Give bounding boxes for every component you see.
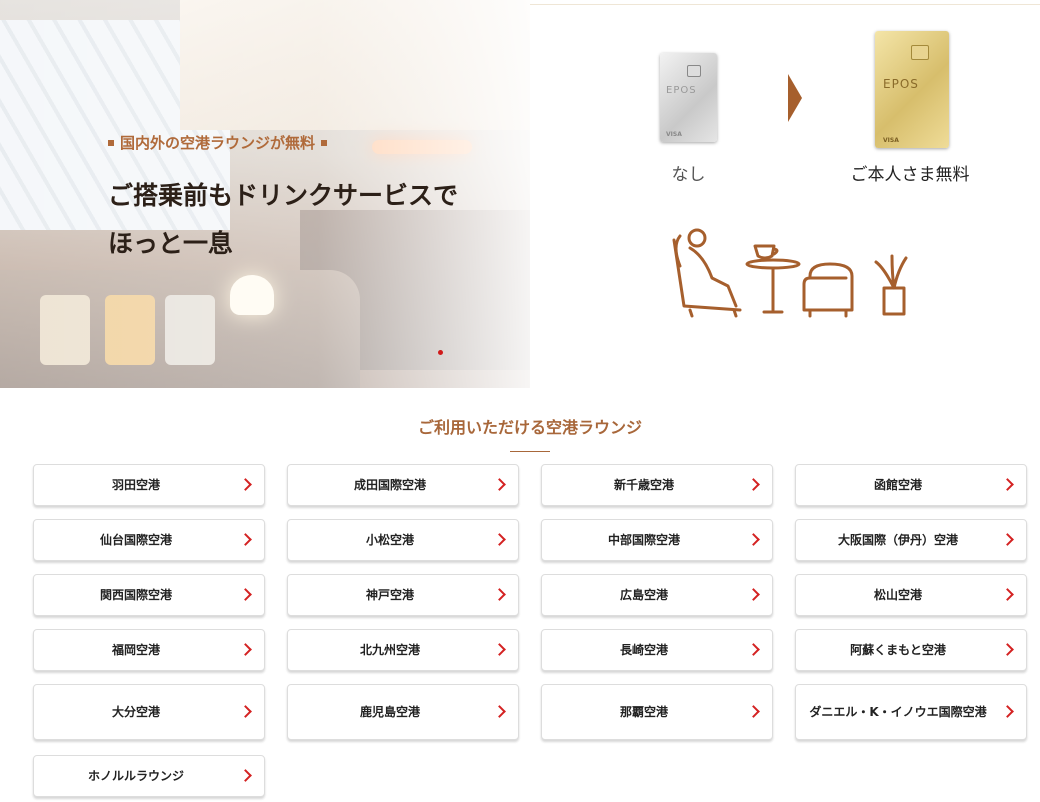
top-divider: [530, 4, 1040, 5]
lounge-link-label: 仙台国際空港: [99, 532, 172, 547]
chevron-right-icon: [239, 478, 252, 491]
chevron-right-icon: [493, 705, 506, 718]
chevron-right-icon: [1001, 643, 1014, 656]
chevron-right-icon: [493, 533, 506, 546]
lounge-link-label: ダニエル・K・イノウエ国際空港: [809, 704, 987, 719]
lounge-link-button[interactable]: 松山空港: [795, 574, 1027, 616]
lounge-link-button[interactable]: 函館空港: [795, 464, 1027, 506]
lounge-link-label: 長崎空港: [619, 642, 668, 657]
lounge-link-button[interactable]: 小松空港: [287, 519, 519, 561]
chevron-right-icon: [239, 588, 252, 601]
chevron-right-icon: [747, 478, 760, 491]
chevron-right-icon: [239, 533, 252, 546]
before-label: なし: [671, 165, 706, 185]
lounge-link-label: 那覇空港: [619, 704, 668, 719]
hero-tag: 国内外の空港ラウンジが無料: [108, 132, 328, 153]
section-title: ご利用いただける空港ラウンジ: [417, 418, 642, 437]
lounge-link-button[interactable]: 中部国際空港: [541, 519, 773, 561]
lounge-link-label: 大阪国際（伊丹）空港: [837, 532, 958, 547]
hero-title: ご搭乗前もドリンクサービスで ほっと一息: [108, 181, 459, 258]
lounge-link-label: 広島空港: [619, 587, 668, 602]
section-divider: [510, 451, 550, 452]
arrow-right-icon: [788, 74, 802, 122]
lounge-link-label: 小松空港: [365, 532, 414, 547]
lounge-link-label: 成田国際空港: [353, 477, 426, 492]
lounge-link-button[interactable]: 成田国際空港: [287, 464, 519, 506]
hero-tag-text: 国内外の空港ラウンジが無料: [120, 134, 316, 152]
lounge-link-label: 大分空港: [111, 704, 160, 719]
lounge-illustration-icon: [672, 228, 908, 318]
lounge-link-label: 鹿児島空港: [359, 704, 420, 719]
chevron-right-icon: [493, 478, 506, 491]
chevron-right-icon: [239, 705, 252, 718]
lounge-link-button[interactable]: 鹿児島空港: [287, 684, 519, 740]
chevron-right-icon: [239, 643, 252, 656]
lounge-link-button[interactable]: ホノルルラウンジ: [33, 755, 265, 797]
lounge-link-button[interactable]: 福岡空港: [33, 629, 265, 671]
lounge-link-button[interactable]: 神戸空港: [287, 574, 519, 616]
lounge-link-button[interactable]: 阿蘇くまもと空港: [795, 629, 1027, 671]
chevron-right-icon: [239, 769, 252, 782]
chevron-right-icon: [1001, 588, 1014, 601]
lounge-link-label: 函館空港: [873, 477, 922, 492]
lounge-link-button[interactable]: 大阪国際（伊丹）空港: [795, 519, 1027, 561]
after-label: ご本人さま無料: [850, 165, 970, 185]
lounge-link-button[interactable]: 仙台国際空港: [33, 519, 265, 561]
lounge-link-button[interactable]: 那覇空港: [541, 684, 773, 740]
lounge-link-button[interactable]: 関西国際空港: [33, 574, 265, 616]
chevron-right-icon: [747, 705, 760, 718]
lounge-link-button[interactable]: 北九州空港: [287, 629, 519, 671]
lounge-link-label: 神戸空港: [365, 587, 414, 602]
chevron-right-icon: [747, 588, 760, 601]
chevron-right-icon: [493, 588, 506, 601]
lounge-link-label: 阿蘇くまもと空港: [850, 642, 946, 657]
lounge-link-label: 中部国際空港: [607, 532, 680, 547]
lounge-link-label: 羽田空港: [111, 477, 160, 492]
silver-card-icon: EPOS VISA: [660, 53, 717, 142]
lounge-link-label: 新千歳空港: [613, 477, 674, 492]
chevron-right-icon: [493, 643, 506, 656]
chevron-right-icon: [1001, 705, 1014, 718]
gold-card-icon: EPOS VISA: [875, 31, 949, 148]
lounge-link-label: 福岡空港: [111, 642, 160, 657]
lounge-link-label: 関西国際空港: [99, 587, 172, 602]
lounge-link-button[interactable]: 長崎空港: [541, 629, 773, 671]
lounge-link-button[interactable]: 広島空港: [541, 574, 773, 616]
lounge-link-label: ホノルルラウンジ: [87, 768, 184, 783]
lounge-link-button[interactable]: 新千歳空港: [541, 464, 773, 506]
lounge-link-button[interactable]: 羽田空港: [33, 464, 265, 506]
carousel-dot[interactable]: [438, 350, 443, 355]
chevron-right-icon: [747, 643, 760, 656]
chevron-right-icon: [747, 533, 760, 546]
chevron-right-icon: [1001, 533, 1014, 546]
lounge-link-button[interactable]: ダニエル・K・イノウエ国際空港: [795, 684, 1027, 740]
lounge-link-button[interactable]: 大分空港: [33, 684, 265, 740]
lounge-link-label: 北九州空港: [359, 642, 420, 657]
chevron-right-icon: [1001, 478, 1014, 491]
lounge-link-label: 松山空港: [873, 587, 922, 602]
